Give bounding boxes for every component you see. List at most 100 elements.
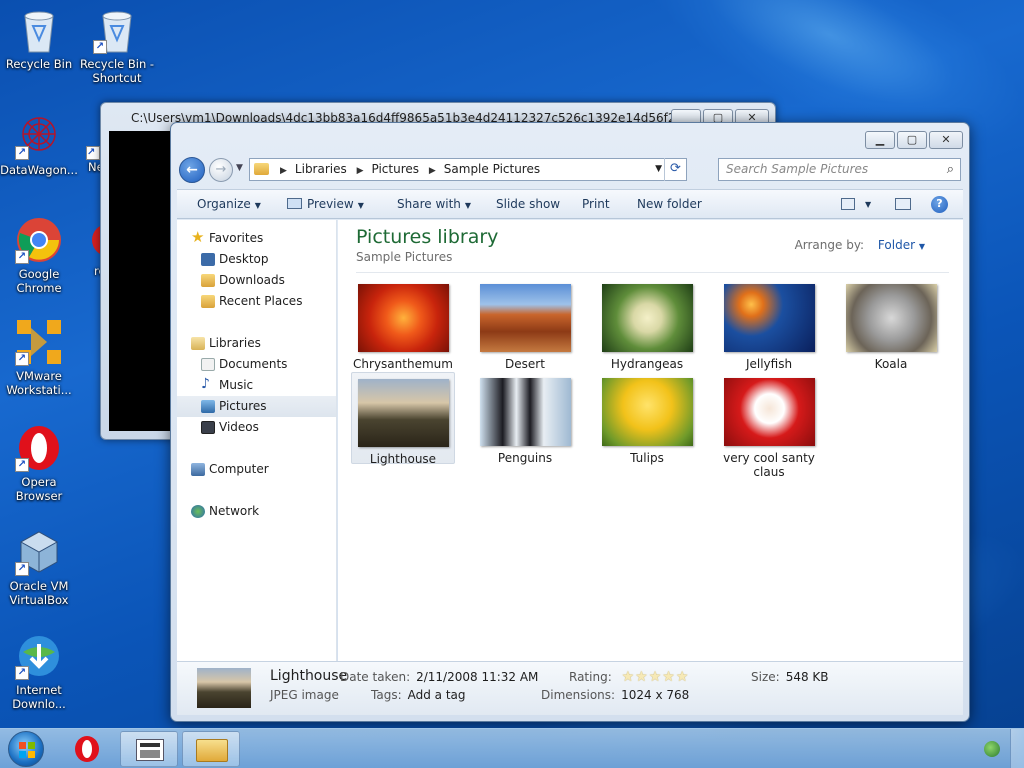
- star-icon[interactable]: ★: [649, 669, 663, 685]
- show-desktop-button[interactable]: [1010, 729, 1024, 768]
- star-icon[interactable]: ★: [622, 669, 636, 685]
- nav-computer[interactable]: Computer: [177, 459, 336, 480]
- nav-videos-label: Videos: [219, 420, 259, 434]
- recent-pages-dropdown[interactable]: ▼: [236, 163, 243, 173]
- documents-icon: [201, 358, 215, 371]
- detail-tags: Tags: Add a tag: [371, 688, 466, 702]
- nav-documents[interactable]: Documents: [177, 354, 336, 375]
- refresh-icon[interactable]: ⟳: [664, 158, 686, 181]
- maximize-button[interactable]: ▢: [897, 131, 927, 149]
- view-options-dropdown[interactable]: ▼: [865, 200, 871, 209]
- minimize-button[interactable]: ▁: [865, 131, 895, 149]
- tags-label: Tags:: [371, 688, 402, 702]
- star-icon[interactable]: ★: [635, 669, 649, 685]
- tags-value[interactable]: Add a tag: [408, 688, 466, 702]
- help-icon[interactable]: ?: [931, 196, 948, 213]
- star-icon[interactable]: ★: [662, 669, 676, 685]
- maximize-icon: ▢: [906, 133, 918, 146]
- breadcrumb: ▶ Libraries ▶ Pictures ▶ Sample Pictures: [274, 159, 540, 182]
- details-pane: Lighthouse JPEG image Date taken: 2/11/20…: [177, 661, 963, 715]
- file-item-hydrangeas[interactable]: Hydrangeas: [595, 278, 699, 371]
- detail-size: Size: 548 KB: [751, 670, 829, 684]
- datawagon-icon: ↗: [15, 112, 63, 160]
- nav-network[interactable]: Network: [177, 501, 336, 522]
- desktop-icon-virtualbox[interactable]: ↗ Oracle VM VirtualBox: [0, 528, 78, 607]
- desktop-icon-vmware[interactable]: ↗ VMware Workstati...: [0, 318, 78, 397]
- desktop-icon-partial-ne[interactable]: ↗ Ne: [78, 112, 100, 174]
- taskbar: [0, 728, 1024, 768]
- desktop-icon-partial-re[interactable]: re: [78, 216, 100, 278]
- preview-pane-icon[interactable]: [895, 198, 911, 210]
- explorer-window[interactable]: ▁ ▢ ✕ ← → ▼ ▶ Libraries ▶ Pictures ▶ Sample…: [170, 122, 970, 722]
- dimensions-label: Dimensions:: [541, 688, 616, 702]
- rating-label: Rating:: [569, 670, 612, 684]
- dimensions-value: 1024 x 768: [621, 688, 690, 702]
- breadcrumb-chevron-icon[interactable]: ▶: [280, 166, 287, 176]
- virtualbox-icon: ↗: [15, 528, 63, 576]
- back-button[interactable]: ←: [179, 157, 205, 183]
- address-history-dropdown[interactable]: ▼: [655, 159, 662, 180]
- share-with-menu[interactable]: Share with ▼: [397, 197, 471, 211]
- desktop-icon-datawagon[interactable]: ↗ DataWagon...: [0, 112, 78, 177]
- desktop-icon-internet-download-manager[interactable]: ↗ Internet Downlo...: [0, 632, 78, 711]
- slide-show-button[interactable]: Slide show: [496, 197, 560, 211]
- nav-desktop[interactable]: Desktop: [177, 249, 336, 270]
- organize-label: Organize: [197, 197, 251, 211]
- nav-libraries[interactable]: Libraries: [177, 333, 336, 354]
- file-item-desert[interactable]: Desert: [473, 278, 577, 371]
- nav-music[interactable]: ♪ Music: [177, 375, 336, 396]
- nav-desktop-label: Desktop: [219, 252, 269, 266]
- music-icon: ♪: [201, 376, 210, 392]
- breadcrumb-chevron-icon[interactable]: ▶: [429, 166, 436, 176]
- taskbar-cmd[interactable]: [120, 731, 178, 767]
- desktop-icon-label: Recycle Bin: [5, 57, 73, 71]
- file-item-chrysanthemum[interactable]: Chrysanthemum: [351, 278, 455, 371]
- breadcrumb-libraries[interactable]: Libraries: [295, 162, 347, 176]
- file-name: very cool santy claus: [723, 451, 815, 479]
- start-button[interactable]: [8, 731, 44, 767]
- nav-recent-places[interactable]: Recent Places: [177, 291, 336, 312]
- search-icon[interactable]: ⌕: [947, 159, 954, 180]
- network-tray-icon[interactable]: [984, 741, 1000, 757]
- print-button[interactable]: Print: [582, 197, 610, 211]
- rating-stars[interactable]: ★★★★★: [622, 669, 690, 685]
- new-folder-button[interactable]: New folder: [637, 197, 702, 211]
- arrange-by-dropdown[interactable]: Folder ▼: [878, 238, 925, 252]
- file-item-penguins[interactable]: Penguins: [473, 372, 577, 465]
- file-item-lighthouse[interactable]: Lighthouse: [351, 372, 455, 466]
- forward-button[interactable]: →: [209, 158, 233, 182]
- preview-menu[interactable]: Preview ▼: [287, 197, 364, 211]
- nav-pictures[interactable]: Pictures: [177, 396, 336, 417]
- nav-downloads[interactable]: Downloads: [177, 270, 336, 291]
- nav-libraries-label: Libraries: [209, 336, 261, 350]
- change-view-icon[interactable]: [841, 198, 855, 210]
- breadcrumb-pictures[interactable]: Pictures: [372, 162, 420, 176]
- star-icon[interactable]: ★: [676, 669, 690, 685]
- file-name: Jellyfish: [745, 357, 793, 371]
- breadcrumb-chevron-icon[interactable]: ▶: [357, 166, 364, 176]
- organize-menu[interactable]: Organize ▼: [197, 197, 261, 211]
- file-item-koala[interactable]: Koala: [839, 278, 943, 371]
- date-taken-value[interactable]: 2/11/2008 11:32 AM: [416, 670, 538, 684]
- file-item-jellyfish[interactable]: Jellyfish: [717, 278, 821, 371]
- shortcut-arrow-icon: ↗: [15, 666, 29, 680]
- desktop-icon-google-chrome[interactable]: ↗ Google Chrome: [0, 216, 78, 295]
- close-button[interactable]: ✕: [929, 131, 963, 149]
- desktop-icon-label: Ne: [88, 160, 100, 174]
- taskbar-opera[interactable]: [58, 731, 116, 767]
- file-item-very-cool-santy-claus[interactable]: very cool santy claus: [717, 372, 821, 479]
- address-bar[interactable]: ▶ Libraries ▶ Pictures ▶ Sample Pictures ▼ …: [249, 158, 687, 181]
- desktop-icon-opera[interactable]: ↗ Opera Browser: [0, 424, 78, 503]
- desktop-icon-recycle-bin-shortcut[interactable]: ↗ Recycle Bin - Shortcut: [78, 6, 156, 85]
- breadcrumb-sample-pictures[interactable]: Sample Pictures: [444, 162, 540, 176]
- nav-favorites[interactable]: ★ Favorites: [177, 228, 336, 249]
- file-item-tulips[interactable]: Tulips: [595, 372, 699, 465]
- nav-recent-places-label: Recent Places: [219, 294, 303, 308]
- file-list-area[interactable]: Pictures library Sample Pictures Arrange…: [338, 220, 963, 661]
- search-input[interactable]: Search Sample Pictures ⌕: [718, 158, 961, 181]
- desktop-icon-recycle-bin[interactable]: Recycle Bin: [0, 6, 78, 71]
- koala-thumbnail: [845, 284, 937, 352]
- taskbar-windows-explorer[interactable]: [182, 731, 240, 767]
- nav-videos[interactable]: Videos: [177, 417, 336, 438]
- arrange-by: Arrange by: Folder ▼: [795, 238, 925, 252]
